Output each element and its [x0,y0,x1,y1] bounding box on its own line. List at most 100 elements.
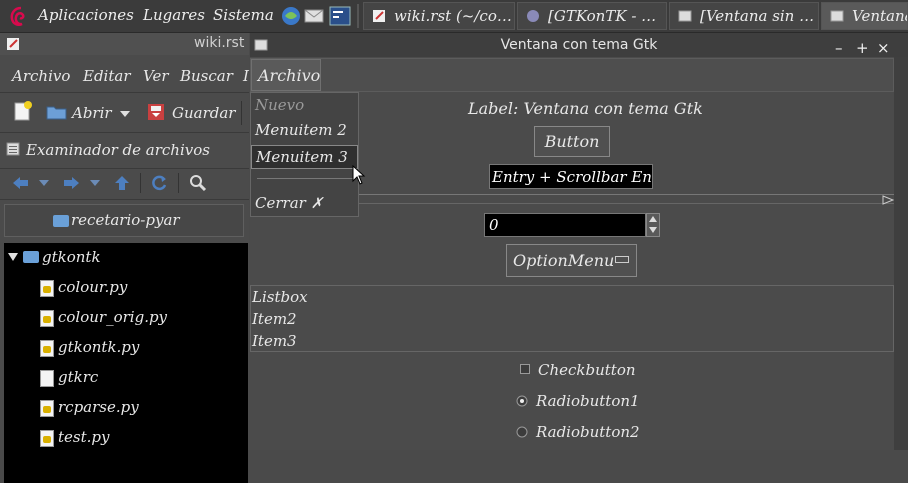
tree-label: test.py [58,428,110,446]
new-document-icon[interactable] [12,100,34,122]
open-button-label[interactable]: Abrir [72,104,112,122]
folder-icon [23,251,39,263]
task-label: [Ventana sin … [700,7,815,25]
menuitem-3[interactable]: Menuitem 3 [251,145,358,169]
back-arrow-icon[interactable] [12,176,30,190]
horizontal-scrollbar-trough[interactable] [358,194,894,195]
file-browser-icon [6,142,20,156]
gedit-menu-more[interactable]: I [243,67,249,85]
gedit-menu-ver[interactable]: Ver [143,67,169,85]
expander-down-icon[interactable] [8,253,18,261]
file-tree[interactable]: gtkontk colour.py colour_orig.py gtkontk… [4,243,248,483]
task-label: Ventana [852,7,908,25]
listbox[interactable]: Listbox Item2 Item3 [250,285,894,352]
tree-label: gtkontk.py [58,338,140,356]
task-label: [GTKonTK - … [548,7,657,25]
gedit-menu-buscar[interactable]: Buscar [180,67,233,85]
chevron-down-icon[interactable] [39,180,49,187]
forward-arrow-icon[interactable] [62,176,80,190]
window-title: Ventana con tema Gtk [500,37,658,53]
python-file-icon [40,310,54,327]
gtk-titlebar[interactable]: Ventana con tema Gtk – + × [250,33,908,57]
spin-up-icon[interactable] [649,216,657,222]
spin-buttons[interactable] [646,213,660,237]
save-button-label[interactable]: Guardar [172,104,235,122]
tree-label: colour_orig.py [58,308,168,326]
menu-aplicaciones[interactable]: Aplicaciones [38,6,134,24]
menuitem-cerrar[interactable]: Cerrar ✗ [251,192,358,216]
terminal-launcher-icon[interactable] [329,5,351,27]
list-item[interactable]: Item2 [252,310,297,328]
task-ventana-sin[interactable]: [Ventana sin … [669,2,819,30]
open-folder-icon[interactable] [46,103,68,121]
mail-launcher-icon[interactable] [304,7,324,25]
maximize-button[interactable]: + [856,36,869,60]
archivo-dropdown-menu: Nuevo Menuitem 2 Menuitem 3 Cerrar ✗ [250,92,359,217]
window-icon [830,10,844,22]
top-panel: Aplicaciones Lugares Sistema wiki.rst (~… [0,0,908,33]
scrollbar-right-arrow-icon[interactable] [882,195,894,205]
radio-unchecked[interactable] [516,426,528,438]
window-icon [678,10,692,22]
file-browser-title: Examinador de archivos [26,141,210,159]
radiobutton2-label[interactable]: Radiobutton2 [536,423,640,441]
python-file-icon [40,280,54,297]
python-file-icon [40,340,54,357]
spin-button-entry[interactable]: 0 [484,213,646,237]
list-item[interactable]: Item3 [252,332,297,350]
minimize-button[interactable]: – [835,36,843,60]
menuitem-2[interactable]: Menuitem 2 [251,119,358,143]
gtk-menubar: Archivo [250,58,894,92]
tree-label: gtkontk [42,248,101,266]
python-file-icon [40,400,54,417]
window-border [894,57,908,450]
gtk-button[interactable]: Button [534,126,610,157]
save-icon[interactable] [146,102,166,122]
option-indicator-icon [615,256,629,263]
entry-value: Entry + Scrollbar Entry [492,168,652,186]
text-editor-icon [7,38,19,50]
menuitem-nuevo[interactable]: Nuevo [251,94,358,118]
spin-down-icon[interactable] [649,227,657,233]
menu-lugares[interactable]: Lugares [143,6,205,24]
menu-sistema[interactable]: Sistema [213,6,274,24]
chevron-down-icon[interactable] [120,110,130,118]
list-item[interactable]: Listbox [252,288,308,306]
refresh-icon[interactable] [150,174,168,192]
task-label: wiki.rst (~/co… [394,7,512,25]
filter-search-icon[interactable] [189,174,207,192]
up-arrow-icon[interactable] [114,175,130,191]
text-editor-icon [373,10,385,22]
close-button[interactable]: × [877,36,890,60]
mouse-cursor-icon [352,165,366,185]
text-file-icon [40,370,54,387]
gedit-window: wiki.rst Archivo Editar Ver Buscar I Abr… [0,33,249,483]
label-widget: Label: Ventana con tema Gtk [468,99,703,118]
browser-launcher-icon[interactable] [281,6,301,26]
debian-logo-icon[interactable] [8,5,30,27]
task-gtkontk[interactable]: [GTKonTK - … [517,2,667,30]
checkbutton-label[interactable]: Checkbutton [538,361,636,379]
option-menu[interactable]: OptionMenu [506,244,637,277]
gedit-menu-archivo[interactable]: Archivo [12,67,70,85]
text-entry[interactable]: Entry + Scrollbar Entry [489,164,653,189]
tree-label: rcparse.py [58,398,139,416]
gedit-title: wiki.rst [194,35,245,51]
option-menu-label: OptionMenu [513,251,615,270]
radio-checked[interactable] [516,395,528,407]
gedit-titlebar[interactable]: wiki.rst [0,33,249,55]
folder-icon [53,215,69,227]
task-ventana[interactable]: Ventana [821,2,908,30]
gedit-menu-editar[interactable]: Editar [83,67,131,85]
checkbox[interactable] [520,364,530,374]
spin-value: 0 [489,216,499,234]
menu-archivo[interactable]: Archivo [251,59,321,91]
tree-label: gtkrc [58,368,99,386]
tree-label: colour.py [58,278,128,296]
task-wiki-rst[interactable]: wiki.rst (~/co… [363,2,515,30]
chevron-down-icon[interactable] [90,180,100,187]
radiobutton1-label[interactable]: Radiobutton1 [536,392,640,410]
location-combo[interactable]: recetario-pyar [4,204,244,237]
menu-separator [257,178,353,179]
gtk-themed-window: Ventana con tema Gtk – + × Archivo Label… [250,33,908,450]
